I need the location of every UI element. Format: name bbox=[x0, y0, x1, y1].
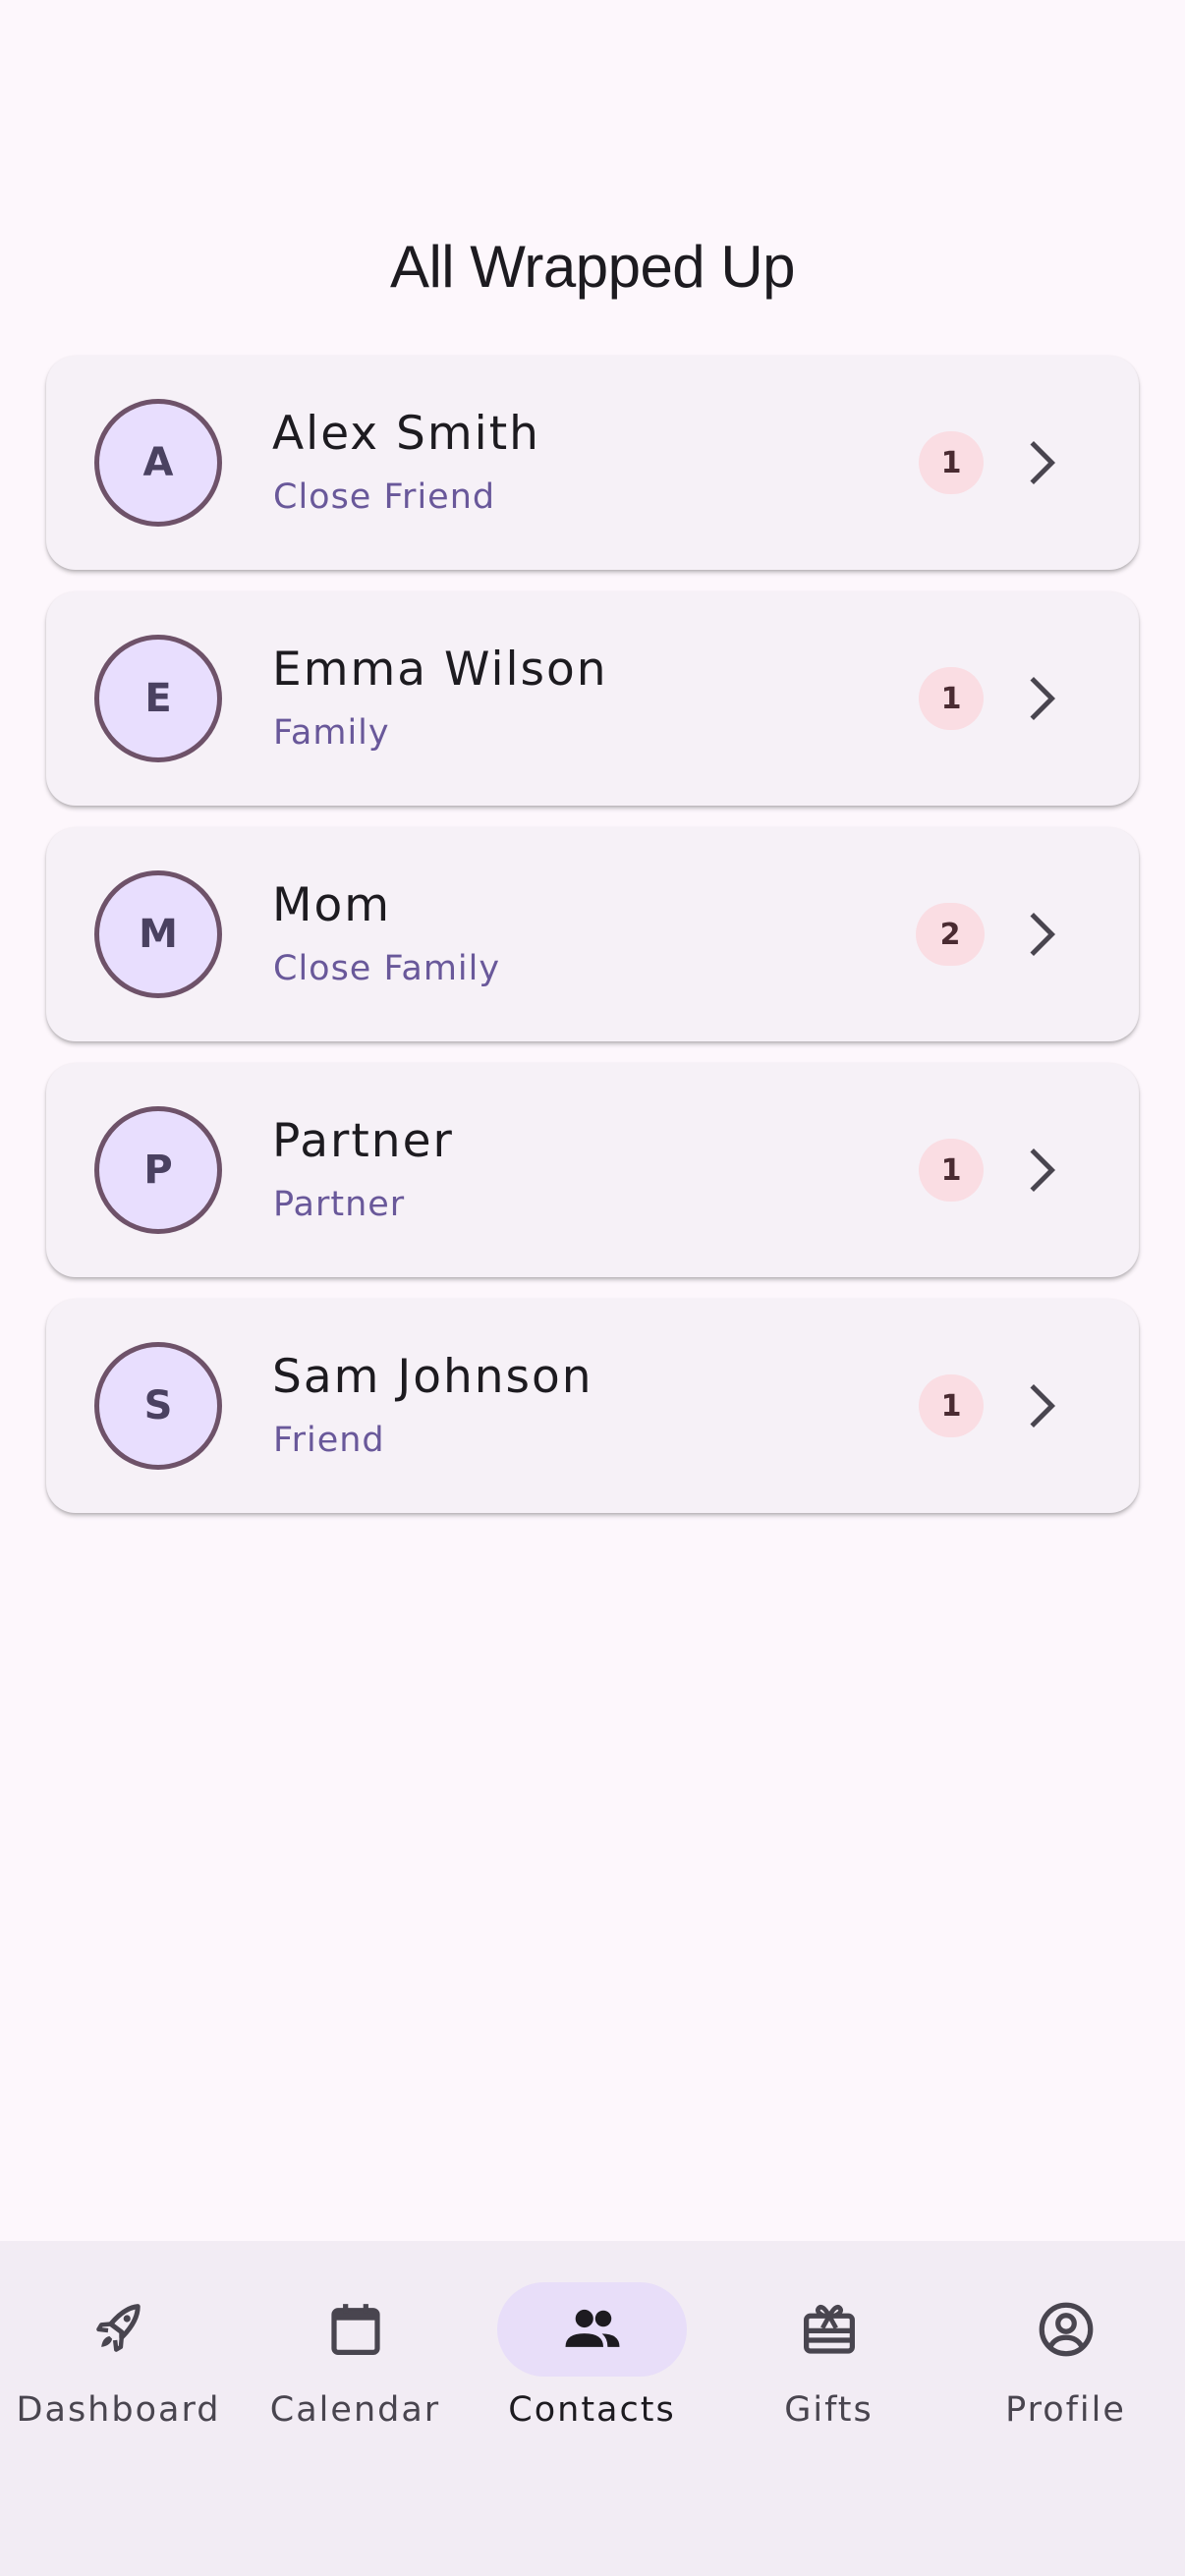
avatar: P bbox=[94, 1106, 222, 1234]
contact-name: Sam Johnson bbox=[272, 1350, 593, 1404]
contact-relation: Family bbox=[273, 713, 390, 753]
gift-count-badge: 2 bbox=[916, 903, 985, 966]
chevron-right-icon[interactable] bbox=[1009, 669, 1068, 728]
nav-label: Contacts bbox=[508, 2390, 676, 2430]
nav-label: Calendar bbox=[269, 2390, 441, 2430]
nav-item-gifts[interactable]: Gifts bbox=[710, 2241, 947, 2437]
contact-relation: Friend bbox=[273, 1421, 385, 1460]
contact-relation: Partner bbox=[273, 1185, 406, 1224]
gift-count-badge: 1 bbox=[919, 1374, 984, 1437]
bottom-navigation-bar: Dashboard Calendar Contacts Gifts Profil… bbox=[0, 2241, 1185, 2576]
avatar: S bbox=[94, 1342, 222, 1470]
contact-card[interactable]: M Mom Close Family 2 bbox=[46, 827, 1139, 1041]
calendar-icon bbox=[330, 2304, 380, 2355]
nav-icon-container bbox=[734, 2282, 924, 2377]
nav-item-contacts[interactable]: Contacts bbox=[474, 2241, 710, 2437]
contact-name: Mom bbox=[272, 878, 392, 932]
contact-card[interactable]: E Emma Wilson Family 1 bbox=[46, 591, 1139, 806]
nav-label: Profile bbox=[1005, 2390, 1126, 2430]
contact-relation: Close Friend bbox=[273, 477, 496, 517]
chevron-right-icon[interactable] bbox=[1009, 905, 1068, 964]
nav-item-profile[interactable]: Profile bbox=[947, 2241, 1184, 2437]
avatar: M bbox=[94, 870, 222, 998]
avatar: E bbox=[94, 635, 222, 762]
nav-icon-container bbox=[24, 2282, 213, 2377]
contact-name: Emma Wilson bbox=[272, 643, 608, 697]
contact-list: A Alex Smith Close Friend 1 E Emma Wilso… bbox=[46, 356, 1139, 1535]
contact-name: Alex Smith bbox=[272, 407, 540, 461]
nav-icon-container bbox=[260, 2282, 450, 2377]
nav-icon-container bbox=[971, 2282, 1160, 2377]
page-title: All Wrapped Up bbox=[389, 234, 796, 300]
gift-count-badge: 1 bbox=[919, 1139, 984, 1202]
nav-label: Dashboard bbox=[16, 2390, 221, 2430]
contact-card[interactable]: S Sam Johnson Friend 1 bbox=[46, 1299, 1139, 1513]
people-icon bbox=[565, 2309, 619, 2347]
nav-icon-container bbox=[497, 2282, 687, 2377]
chevron-right-icon[interactable] bbox=[1009, 433, 1068, 492]
chevron-right-icon[interactable] bbox=[1009, 1141, 1068, 1200]
avatar: A bbox=[94, 399, 222, 527]
contact-card[interactable]: P Partner Partner 1 bbox=[46, 1063, 1139, 1277]
gift-count-badge: 1 bbox=[919, 431, 984, 494]
contact-card[interactable]: A Alex Smith Close Friend 1 bbox=[46, 356, 1139, 570]
account-circle-icon bbox=[1039, 2302, 1093, 2357]
contact-name: Partner bbox=[272, 1114, 454, 1168]
gift-card-icon bbox=[803, 2304, 855, 2354]
nav-label: Gifts bbox=[784, 2390, 874, 2430]
contact-relation: Close Family bbox=[273, 949, 501, 988]
chevron-right-icon[interactable] bbox=[1009, 1376, 1068, 1435]
gift-count-badge: 1 bbox=[919, 667, 984, 730]
nav-item-dashboard[interactable]: Dashboard bbox=[0, 2241, 237, 2437]
nav-item-calendar[interactable]: Calendar bbox=[237, 2241, 474, 2437]
rocket-icon bbox=[95, 2304, 141, 2352]
